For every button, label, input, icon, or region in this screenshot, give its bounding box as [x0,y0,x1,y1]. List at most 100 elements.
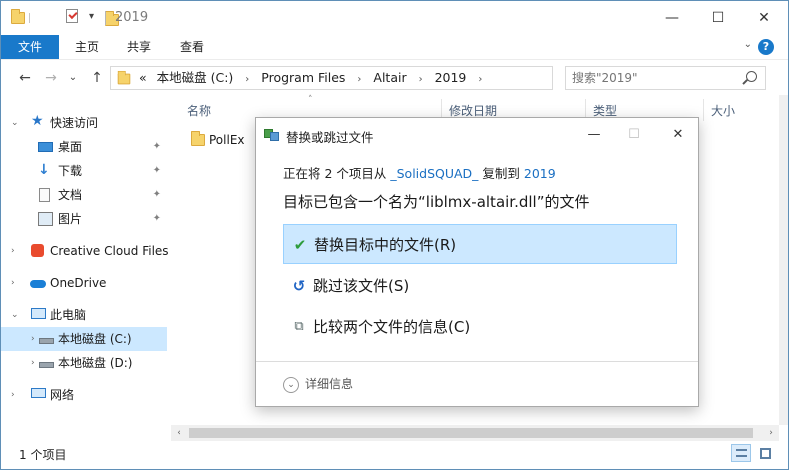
column-divider[interactable] [703,99,704,121]
nav-item-creative-cloud[interactable]: › Creative Cloud Files [1,239,169,263]
details-view-button[interactable] [731,444,751,462]
breadcrumb-drive-c[interactable]: 本地磁盘 (C:) [157,70,234,85]
recent-locations-button[interactable]: ⌄ [63,68,83,88]
compare-option[interactable]: ⧉ 比较两个文件的信息(C) [283,307,677,347]
nav-quick-access[interactable]: ⌄ ★ 快速访问 [1,111,167,135]
pin-icon[interactable]: ✦ [153,159,161,183]
large-icons-view-button[interactable] [755,444,775,462]
details-label: 详细信息 [305,377,354,391]
nav-item-network[interactable]: › 网络 [1,383,167,407]
search-input[interactable] [566,67,736,89]
horizontal-scrollbar[interactable]: ‹ › [171,425,779,441]
breadcrumb-separator[interactable]: › [478,74,482,85]
expand-chevron-icon[interactable]: › [11,239,15,263]
nav-item-drive-d[interactable]: › 本地磁盘 (D:) [1,351,167,375]
expand-ribbon-icon[interactable]: ⌄ [744,39,752,50]
scroll-right-icon[interactable]: › [763,425,779,441]
status-bar: 1 个项目 [1,441,788,469]
nav-item-label: 本地磁盘 (D:) [58,356,133,370]
search-box[interactable] [565,66,766,90]
copy-text-prefix: 正在将 2 个项目从 [283,166,391,181]
computer-icon [31,308,46,319]
document-icon [39,188,50,202]
copy-progress-text: 正在将 2 个项目从 _SolidSQUAD_ 复制到 2019 [283,163,556,182]
nav-item-desktop[interactable]: 桌面 ✦ [1,135,167,159]
dialog-footer: ⌄ 详细信息 [256,361,698,406]
vertical-scrollbar[interactable] [779,95,788,425]
replace-option[interactable]: ✔ 替换目标中的文件(R) [283,224,677,264]
folder-icon [191,131,205,146]
breadcrumb-program-files[interactable]: Program Files [261,70,345,85]
replace-or-skip-dialog: 替换或跳过文件 — ☐ ✕ 正在将 2 个项目从 _SolidSQUAD_ 复制… [255,117,699,407]
pin-icon[interactable]: ✦ [153,135,161,159]
breadcrumb-separator[interactable]: › [419,74,423,85]
dialog-close-button[interactable]: ✕ [658,118,698,152]
customize-toolbar-icon[interactable]: ▾ [89,11,94,22]
forward-button[interactable]: → [41,68,61,88]
nav-item-label: 本地磁盘 (C:) [58,332,132,346]
nav-item-label: 网络 [50,388,75,402]
dialog-title-bar: 替换或跳过文件 — ☐ ✕ [256,118,698,152]
nav-item-label: Creative Cloud Files [50,244,169,258]
address-row: ← → ⌄ ↑ « 本地磁盘 (C:) › Program Files › Al… [1,59,788,95]
scroll-left-icon[interactable]: ‹ [171,425,187,441]
pin-icon[interactable]: ✦ [153,183,161,207]
address-bar[interactable]: « 本地磁盘 (C:) › Program Files › Altair › 2… [110,66,650,90]
nav-item-documents[interactable]: 文档 ✦ [1,183,167,207]
nav-item-onedrive[interactable]: › OneDrive [1,271,167,295]
tab-view[interactable]: 查看 [168,35,216,59]
pin-icon[interactable]: ✦ [153,207,161,231]
expand-chevron-icon[interactable]: ⌄ [11,303,19,327]
nav-item-pictures[interactable]: 图片 ✦ [1,207,167,231]
conflict-message: 目标已包含一个名为“liblmx-altair.dll”的文件 [283,193,590,211]
properties-icon[interactable] [65,9,78,23]
option-label: 替换目标中的文件(R) [314,236,457,254]
help-icon[interactable]: ? [758,39,774,55]
nav-item-drive-c[interactable]: › 本地磁盘 (C:) [1,327,167,351]
expand-chevron-icon[interactable]: › [11,271,15,295]
tab-home[interactable]: 主页 [63,35,111,59]
dialog-maximize-button[interactable]: ☐ [614,118,654,152]
expand-chevron-icon[interactable]: ⌄ [11,111,19,135]
nav-item-this-pc[interactable]: ⌄ 此电脑 [1,303,167,327]
title-divider [105,11,106,25]
search-icon[interactable] [746,71,757,82]
star-icon: ★ [31,113,44,129]
tab-share[interactable]: 共享 [115,35,163,59]
drive-icon [39,338,54,344]
option-label: 比较两个文件的信息(C) [313,318,471,336]
nav-item-label: 桌面 [58,140,83,154]
column-header-name[interactable]: 名称 [187,101,211,121]
back-button[interactable]: ← [15,68,35,88]
maximize-button[interactable]: ☐ [695,1,741,35]
source-folder-link[interactable]: _SolidSQUAD_ [390,166,478,181]
breadcrumb-altair[interactable]: Altair [373,70,406,85]
window-title: 2019 [115,10,149,25]
ribbon-tabs: 文件 主页 共享 查看 ⌄ ? [1,35,788,59]
minimize-button[interactable]: — [649,1,695,35]
skip-option[interactable]: ↺ 跳过该文件(S) [283,266,677,306]
expand-chevron-icon[interactable]: › [31,351,35,375]
breadcrumb: « 本地磁盘 (C:) › Program Files › Altair › 2… [139,67,490,89]
dialog-minimize-button[interactable]: — [574,118,614,152]
creative-cloud-icon [31,244,44,257]
navigation-pane: ⌄ ★ 快速访问 桌面 ✦ ↓ 下载 ✦ 文档 ✦ 图片 ✦ › Creativ… [1,95,171,439]
breadcrumb-separator[interactable]: › [245,74,249,85]
nav-item-label: 文档 [58,188,83,202]
large-icons-view-icon [760,448,771,459]
breadcrumb-overflow[interactable]: « [139,70,147,85]
up-button[interactable]: ↑ [87,68,107,88]
breadcrumb-separator[interactable]: › [357,74,361,85]
breadcrumb-2019[interactable]: 2019 [435,70,467,85]
nav-item-downloads[interactable]: ↓ 下载 ✦ [1,159,167,183]
more-details-button[interactable]: ⌄ 详细信息 [283,375,353,393]
expand-chevron-icon[interactable]: › [31,327,35,351]
destination-folder-link[interactable]: 2019 [524,166,556,181]
tab-file[interactable]: 文件 [1,35,59,59]
column-header-size[interactable]: 大小 [711,101,735,121]
close-button[interactable]: ✕ [741,1,787,35]
sort-arrow-icon: ˄ [308,95,313,105]
scrollbar-thumb[interactable] [189,428,753,438]
nav-item-label: 图片 [58,212,83,226]
expand-chevron-icon[interactable]: › [11,383,15,407]
